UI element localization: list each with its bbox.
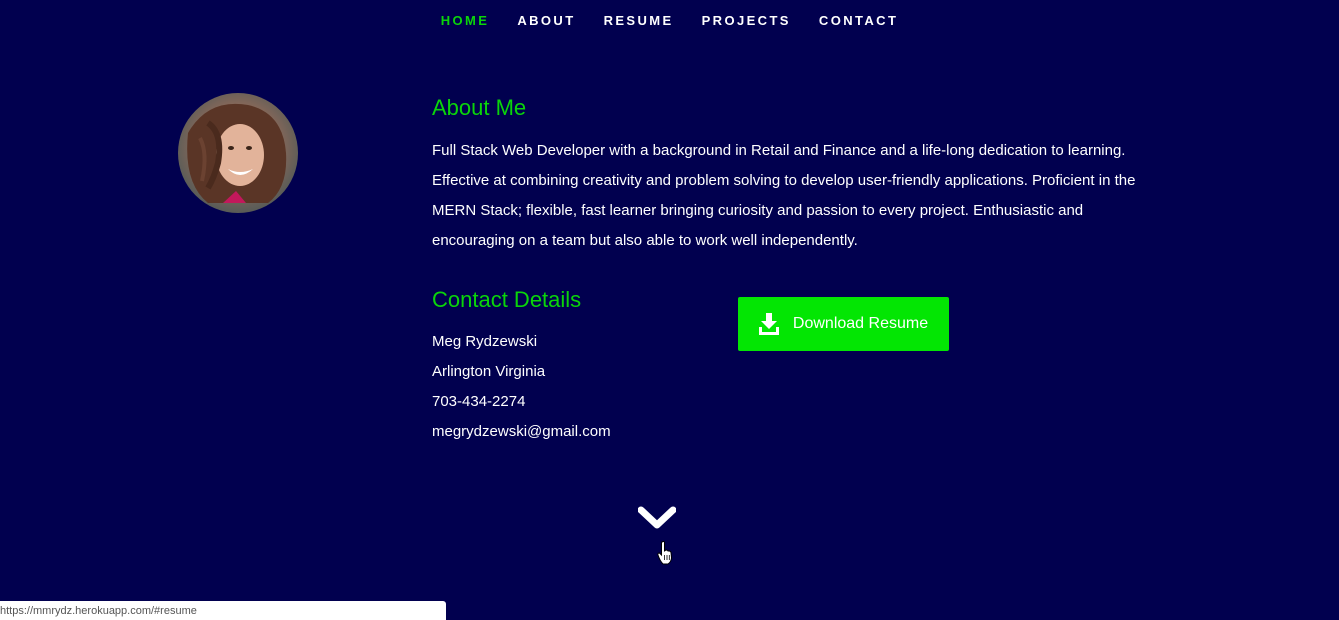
contact-name: Meg Rydzewski bbox=[432, 333, 538, 350]
hand-cursor-icon bbox=[657, 541, 673, 565]
download-resume-label: Download Resume bbox=[792, 315, 929, 332]
nav-about[interactable]: ABOUT bbox=[517, 13, 575, 28]
profile-photo bbox=[178, 93, 298, 213]
download-icon bbox=[758, 313, 779, 335]
about-text: Full Stack Web Developer with a backgrou… bbox=[432, 142, 1136, 249]
download-resume-button[interactable]: Download Resume bbox=[738, 297, 949, 351]
chevron-down-icon[interactable] bbox=[637, 505, 677, 531]
top-nav: HOME ABOUT RESUME PROJECTS CONTACT bbox=[0, 13, 1339, 28]
nav-home[interactable]: HOME bbox=[441, 13, 490, 28]
contact-location: Arlington Virginia bbox=[432, 363, 546, 380]
contact-email[interactable]: megrydzewski@gmail.com bbox=[432, 417, 611, 447]
contact-title: Contact Details bbox=[432, 287, 582, 312]
nav-projects[interactable]: PROJECTS bbox=[702, 13, 791, 28]
contact-list: Meg Rydzewski Arlington Virginia 703-434… bbox=[432, 327, 611, 447]
about-title: About Me bbox=[432, 95, 527, 120]
nav-contact[interactable]: CONTACT bbox=[819, 13, 898, 28]
nav-resume[interactable]: RESUME bbox=[604, 13, 674, 28]
browser-status-bar: https://mmrydz.herokuapp.com/#resume bbox=[0, 601, 446, 620]
contact-phone: 703-434-2274 bbox=[432, 393, 526, 410]
page: HOME ABOUT RESUME PROJECTS CONTACT About… bbox=[0, 0, 1339, 620]
